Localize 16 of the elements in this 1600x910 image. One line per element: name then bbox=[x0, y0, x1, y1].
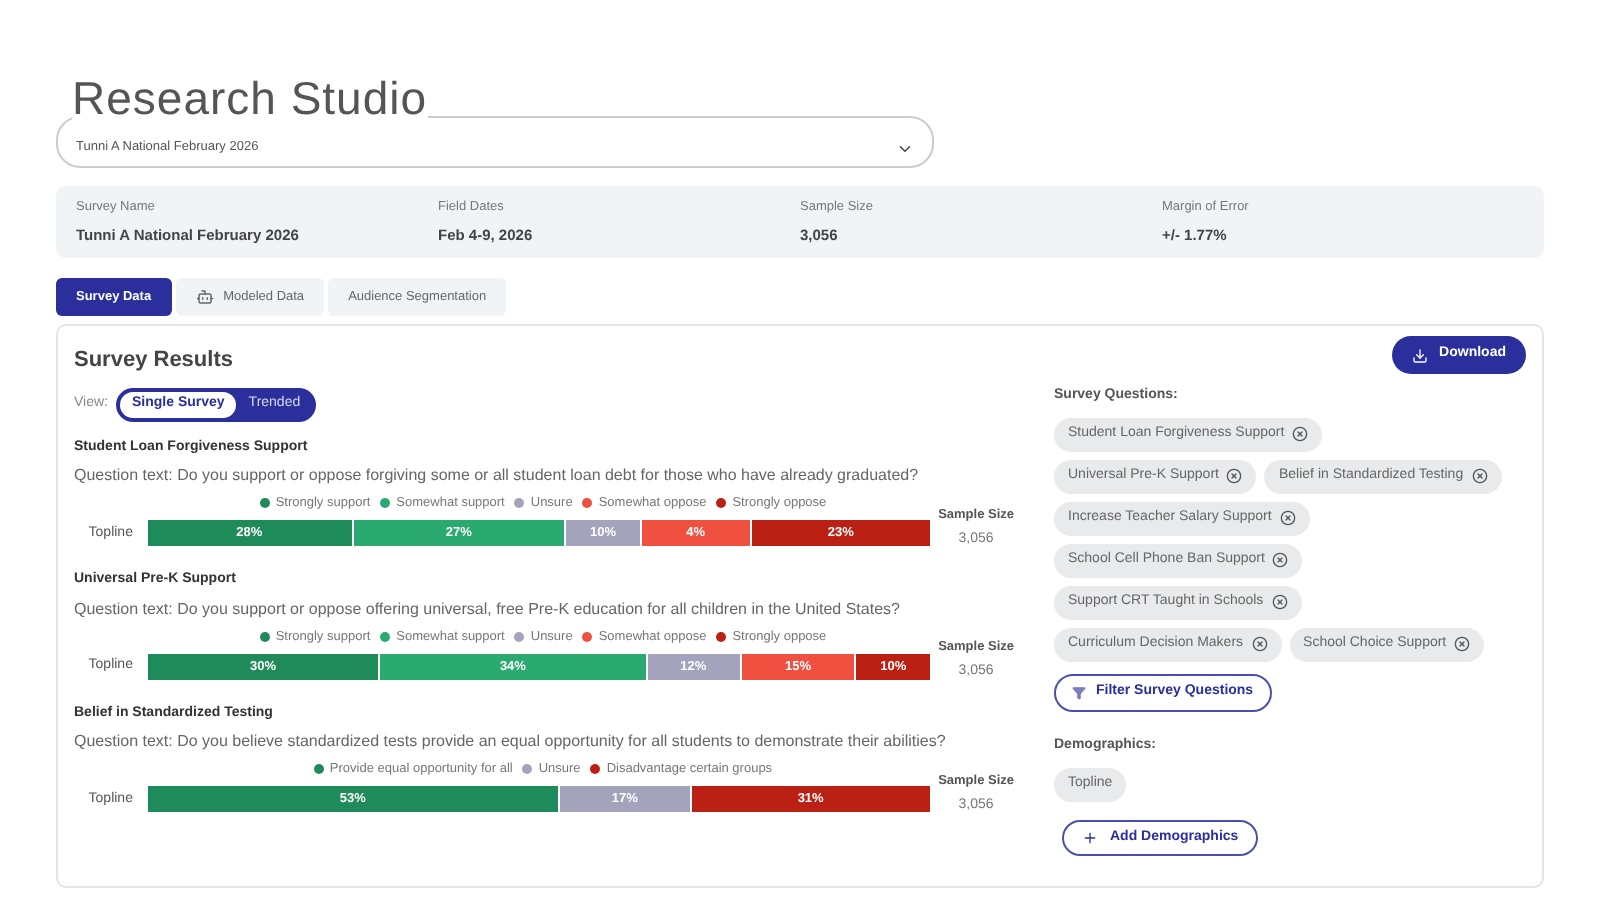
filter-icon bbox=[1072, 685, 1086, 699]
remove-icon[interactable] bbox=[1271, 594, 1288, 610]
remove-icon[interactable] bbox=[1272, 552, 1289, 568]
results-title: Survey Results bbox=[74, 346, 235, 376]
remove-icon[interactable] bbox=[1279, 510, 1296, 526]
remove-icon[interactable] bbox=[1471, 468, 1488, 484]
remove-icon[interactable] bbox=[1292, 426, 1309, 442]
question-text: Question text: Do you support or oppose offering universal, free Pre-K education for all children in the United States? bbox=[74, 597, 902, 621]
remove-icon[interactable] bbox=[1454, 636, 1471, 652]
question-text: Question text: Do you support or oppose forgiving some or all student loan debt for those who have already graduated? bbox=[74, 464, 921, 488]
chevron-icon bbox=[896, 140, 914, 158]
remove-icon[interactable] bbox=[1226, 468, 1243, 484]
question-text: Question text: Do you believe standardized tests provide an equal opportunity for all students to demonstrate their abilities? bbox=[74, 730, 948, 754]
remove-icon[interactable] bbox=[1251, 636, 1268, 652]
plus-icon bbox=[1082, 830, 1098, 846]
download-icon bbox=[1411, 347, 1428, 363]
